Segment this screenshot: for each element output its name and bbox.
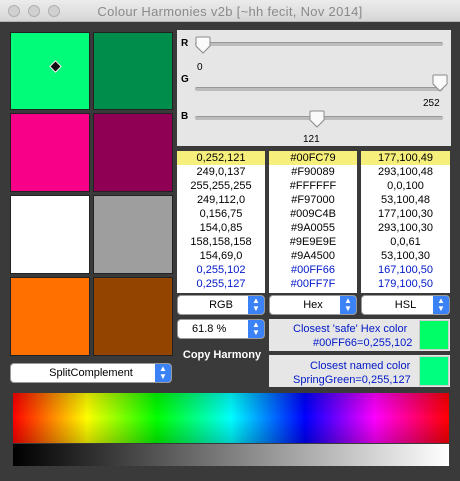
hsl-values-list[interactable]: 177,100,49 293,100,48 0,0,100 53,100,48 177,…	[361, 151, 450, 293]
list-item[interactable]: 0,0,61	[361, 235, 450, 249]
harmony-swatch[interactable]	[10, 32, 90, 110]
title-bar: Colour Harmonies v2b [~hh fecit, Nov 201…	[0, 0, 460, 22]
list-item[interactable]: #00FC79	[269, 151, 357, 165]
named-color-swatch	[419, 356, 449, 386]
greyscale-bar[interactable]	[13, 444, 449, 466]
hex-values-list[interactable]: #00FC79 #F90089 #FFFFFF #F97000 #009C4B #9A00…	[269, 151, 357, 293]
list-item[interactable]: #9E9E9E	[269, 235, 357, 249]
percent-value: 61.8 %	[192, 323, 227, 335]
list-item[interactable]: 293,100,30	[361, 221, 450, 235]
red-slider-thumb[interactable]	[195, 36, 211, 54]
chevron-updown-icon: ▲ ▼	[248, 320, 264, 338]
red-slider-track[interactable]	[195, 42, 443, 46]
list-item[interactable]: 177,100,49	[361, 151, 450, 165]
rgb-slider-panel: R 0 G 252 B 121	[177, 30, 451, 146]
list-item[interactable]: #9A0055	[269, 221, 357, 235]
blue-slider-thumb[interactable]	[309, 110, 325, 128]
harmony-swatch[interactable]	[93, 277, 173, 356]
hex-format-value: Hex	[303, 299, 323, 311]
blue-slider-label: B	[181, 111, 189, 122]
hex-format-select[interactable]: Hex ▲ ▼	[269, 295, 357, 315]
list-item[interactable]: 0,252,121	[177, 151, 265, 165]
list-item[interactable]: 293,100,48	[361, 165, 450, 179]
list-item[interactable]: 177,100,30	[361, 207, 450, 221]
named-color-panel: Closest named color SpringGreen=0,255,12…	[269, 355, 450, 387]
list-item[interactable]: 167,100,50	[361, 263, 450, 277]
list-item[interactable]: 255,255,255	[177, 179, 265, 193]
list-item[interactable]: 0,255,102	[177, 263, 265, 277]
named-color-value: SpringGreen=0,255,127	[293, 374, 411, 386]
list-item[interactable]: #F90089	[269, 165, 357, 179]
list-item[interactable]: 0,156,75	[177, 207, 265, 221]
list-item[interactable]: 0,255,127	[177, 277, 265, 291]
green-slider-track[interactable]	[195, 87, 443, 91]
harmony-swatch[interactable]	[93, 113, 173, 192]
list-item[interactable]: #00FF66	[269, 263, 357, 277]
green-slider-thumb[interactable]	[432, 74, 448, 92]
safe-hex-label: Closest 'safe' Hex color	[293, 323, 408, 335]
chevron-updown-icon: ▲ ▼	[340, 296, 356, 314]
blue-value: 121	[303, 134, 320, 145]
rgb-format-value: RGB	[209, 299, 233, 311]
selected-marker-icon	[49, 60, 62, 73]
list-item[interactable]: #009C4B	[269, 207, 357, 221]
list-item[interactable]: 53,100,30	[361, 249, 450, 263]
list-item[interactable]: 53,100,48	[361, 193, 450, 207]
hsl-format-value: HSL	[394, 299, 417, 311]
copy-harmony-button[interactable]: Copy Harmony	[177, 345, 267, 365]
list-item[interactable]: #00FF7F	[269, 277, 357, 291]
list-item[interactable]: 158,158,158	[177, 235, 265, 249]
harmony-swatch[interactable]	[93, 32, 173, 110]
list-item[interactable]: 0,0,100	[361, 179, 450, 193]
list-item[interactable]: 249,112,0	[177, 193, 265, 207]
window-title: Colour Harmonies v2b [~hh fecit, Nov 201…	[97, 4, 363, 19]
list-item[interactable]: #F97000	[269, 193, 357, 207]
harmony-swatch[interactable]	[10, 113, 90, 192]
hsl-format-select[interactable]: HSL ▲ ▼	[361, 295, 450, 315]
harmony-type-value: SplitComplement	[49, 367, 133, 379]
safe-hex-value: #00FF66=0,255,102	[313, 337, 413, 349]
rgb-values-list[interactable]: 0,252,121 249,0,137 255,255,255 249,112,0 0,…	[177, 151, 265, 293]
list-item[interactable]: 154,0,85	[177, 221, 265, 235]
chevron-updown-icon: ▲ ▼	[155, 364, 171, 382]
chevron-updown-icon: ▲ ▼	[433, 296, 449, 314]
green-value: 252	[423, 98, 440, 109]
hue-spectrum-bar[interactable]	[13, 393, 449, 443]
green-slider-label: G	[181, 74, 189, 85]
rgb-format-select[interactable]: RGB ▲ ▼	[177, 295, 265, 315]
harmony-swatch[interactable]	[10, 277, 90, 356]
chevron-updown-icon: ▲ ▼	[248, 296, 264, 314]
percent-select[interactable]: 61.8 % ▲ ▼	[177, 319, 265, 339]
red-value: 0	[197, 62, 203, 73]
list-item[interactable]: #9A4500	[269, 249, 357, 263]
safe-hex-panel: Closest 'safe' Hex color #00FF66=0,255,1…	[269, 319, 450, 351]
list-item[interactable]: #FFFFFF	[269, 179, 357, 193]
list-item[interactable]: 179,100,50	[361, 277, 450, 291]
list-item[interactable]: 154,69,0	[177, 249, 265, 263]
harmony-type-select[interactable]: SplitComplement ▲ ▼	[10, 363, 172, 383]
red-slider-label: R	[181, 38, 189, 49]
list-item[interactable]: 249,0,137	[177, 165, 265, 179]
harmony-swatch[interactable]	[10, 195, 90, 274]
harmony-swatch[interactable]	[93, 195, 173, 274]
safe-hex-swatch	[419, 320, 449, 350]
named-color-label: Closest named color	[310, 360, 411, 372]
